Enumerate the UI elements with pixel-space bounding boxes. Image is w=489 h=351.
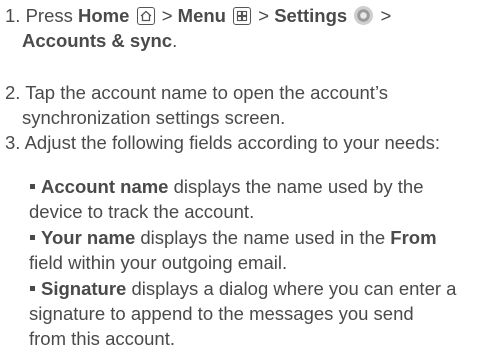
bullet-marker	[30, 286, 35, 291]
step-text: Press	[25, 5, 79, 26]
accounts-sync-label: Accounts & sync	[22, 30, 173, 51]
bullet-marker	[30, 235, 35, 240]
bullet-line: Signature displays a dialog where you ca…	[29, 276, 489, 301]
step-text: Adjust the following fields according to…	[24, 132, 441, 153]
bullet-marker	[30, 184, 35, 189]
step-number: 1.	[5, 5, 21, 26]
menu-label: Menu	[177, 5, 226, 26]
bullet-signature: Signature displays a dialog where you ca…	[29, 276, 489, 351]
step-2-line-1: 2. Tap the account name to open the acco…	[5, 80, 485, 105]
home-label: Home	[78, 5, 130, 26]
bullet-text: displays the name used by the	[168, 176, 424, 197]
step-1-line-1: 1. Press Home > Menu > Settings >	[5, 3, 485, 28]
bullet-line: field within your outgoing email.	[29, 252, 288, 273]
bullet-term: Account name	[41, 176, 169, 197]
separator: >	[253, 5, 275, 26]
home-icon	[136, 7, 155, 25]
period: .	[172, 30, 178, 51]
bullet-line: from this account.	[29, 328, 176, 349]
bullet-text: displays the name used in the	[135, 227, 391, 248]
bullet-your-name: Your name displays the name used in the …	[29, 225, 489, 275]
bullet-line: Your name displays the name used in the …	[29, 225, 489, 250]
step-1: 1. Press Home > Menu > Settings > Accoun…	[5, 3, 485, 53]
bullet-account-name: Account name displays the name used by t…	[29, 174, 489, 224]
menu-grid-icon	[233, 7, 252, 25]
bullet-term: Signature	[41, 278, 127, 299]
step-3-line-1: 3. Adjust the following fields according…	[5, 130, 489, 155]
bullet-text: displays a dialog where you can enter a	[126, 278, 457, 299]
step-2-line-2: synchronization settings screen.	[22, 107, 286, 128]
step-2: 2. Tap the account name to open the acco…	[5, 80, 485, 130]
settings-label: Settings	[274, 5, 348, 26]
step-number: 2.	[5, 82, 21, 103]
step-text: Tap the account name to open the account…	[25, 82, 388, 103]
bullet-line: Account name displays the name used by t…	[29, 174, 489, 199]
bullet-line: signature to append to the messages you …	[29, 303, 414, 324]
bullet-line: device to track the account.	[29, 201, 255, 222]
step-3: 3. Adjust the following fields according…	[5, 130, 489, 155]
separator: >	[156, 5, 178, 26]
settings-gear-icon	[354, 6, 374, 25]
separator: >	[375, 5, 392, 26]
step-number: 3.	[5, 132, 21, 153]
from-label: From	[390, 227, 437, 248]
bullet-term: Your name	[41, 227, 136, 248]
step-1-line-2: Accounts & sync.	[5, 28, 485, 53]
